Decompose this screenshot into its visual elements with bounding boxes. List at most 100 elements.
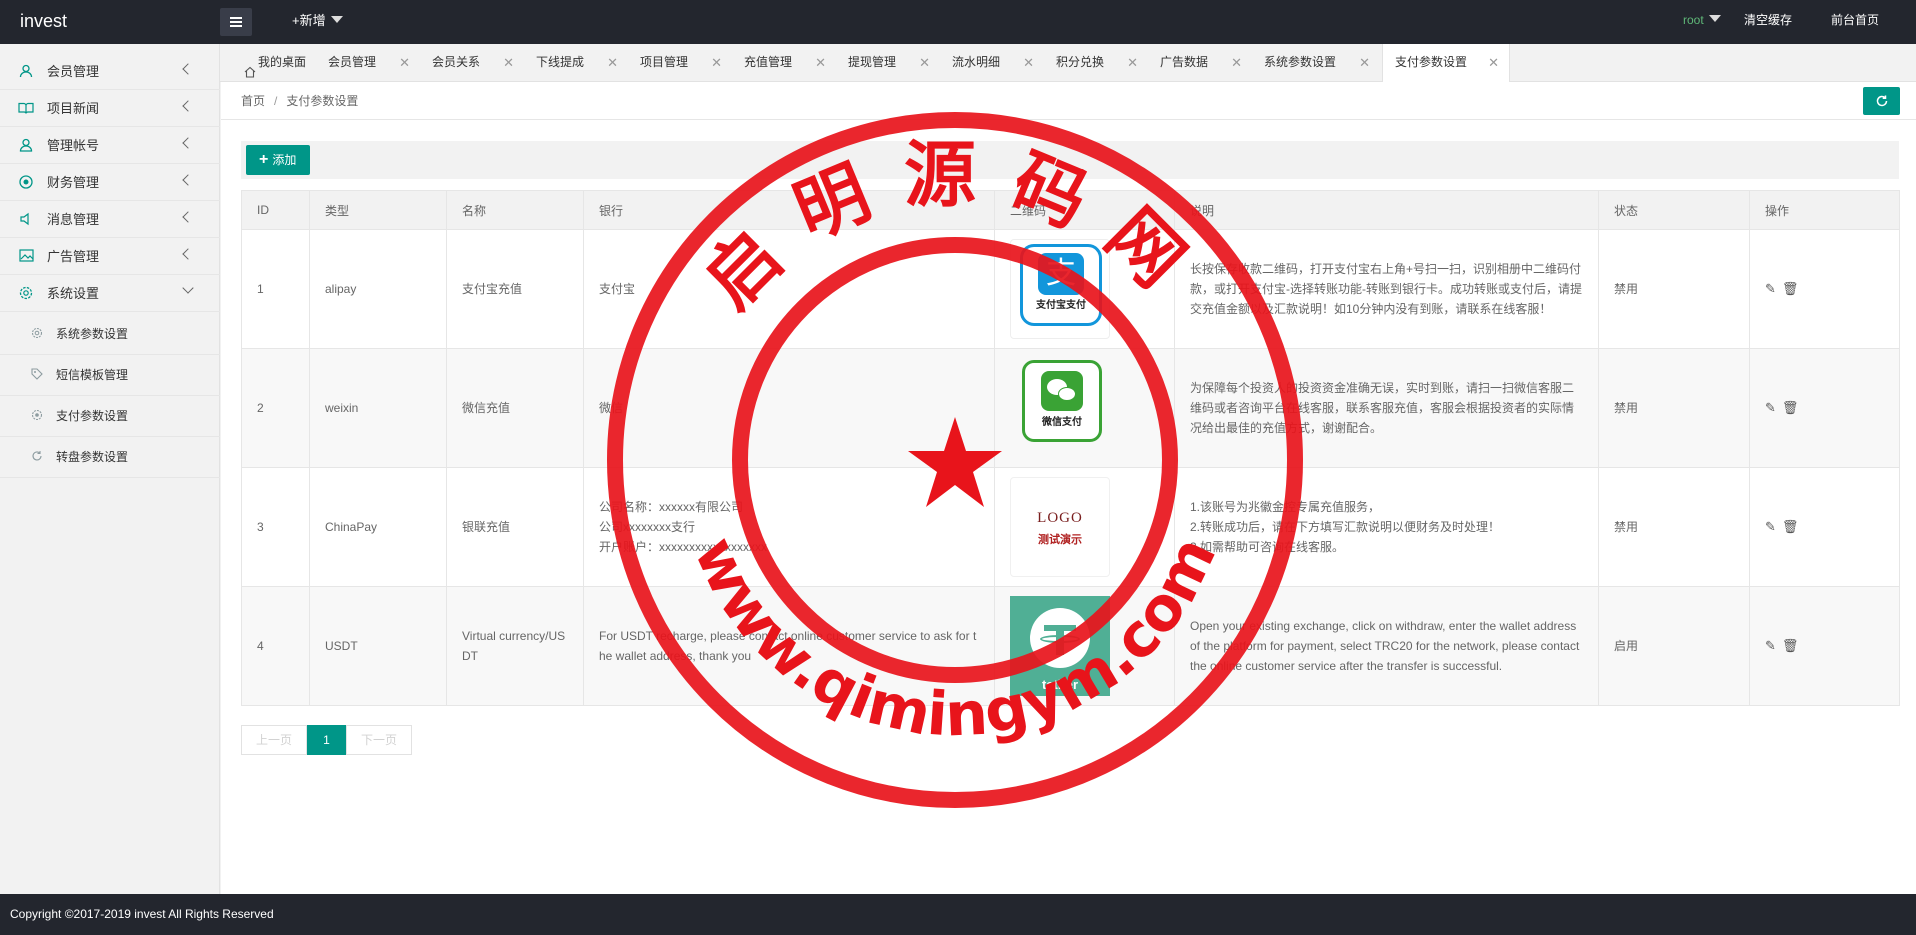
cell-description: 为保障每个投资人的投资资金准确无误，实时到账，请扫一扫微信客服二维码或者咨询平台… xyxy=(1174,348,1599,468)
breadcrumb-home[interactable]: 首页 xyxy=(241,94,265,108)
wechat-qr-image[interactable]: 微信支付 xyxy=(1010,358,1110,458)
delete-icon[interactable]: 🗑 xyxy=(1782,638,1805,653)
table-toolbar: + 添加 xyxy=(241,141,1899,179)
tab-ad-data[interactable]: 广告数据 ✕ xyxy=(1148,44,1252,81)
tab-projects[interactable]: 项目管理 ✕ xyxy=(628,44,732,81)
tab-commission[interactable]: 下线提成 ✕ xyxy=(524,44,628,81)
page-number-button[interactable]: 1 xyxy=(307,725,346,755)
plus-icon: + xyxy=(259,151,269,168)
sidebar-item-finance[interactable]: 财务管理 xyxy=(0,165,220,201)
delete-icon[interactable]: 🗑 xyxy=(1782,519,1805,534)
clear-cache-link[interactable]: 清空缓存 xyxy=(1744,0,1792,41)
close-icon[interactable]: ✕ xyxy=(1488,44,1499,81)
tab-label: 项目管理 xyxy=(640,55,689,69)
cell-bank: For USDT recharge, please contact online… xyxy=(583,586,995,706)
payment-table: ID 类型 名称 银行 二维码 说明 状态 操作 1 alipay 支付宝充值 … xyxy=(241,190,1900,706)
front-home-link[interactable]: 前台首页 xyxy=(1831,0,1879,41)
qr-caption: 微信支付 xyxy=(1042,417,1082,428)
desc-line: 2.转账成功后，请在下方填写汇款说明以便财务及时处理！ xyxy=(1190,520,1501,534)
cell-qrcode: 支 支付宝支付 xyxy=(994,229,1175,349)
sidebar-item-label: 项目新闻 xyxy=(47,101,100,116)
new-dropdown[interactable]: +新增 xyxy=(292,0,343,41)
cell-bank: 公司名称：xxxxxx有限公司 公司xxxxxxxx支行 开户账户：xxxxxx… xyxy=(583,467,995,587)
close-icon[interactable]: ✕ xyxy=(815,44,826,81)
logo-demo-image[interactable]: LOGO 测试演示 xyxy=(1010,477,1110,577)
speaker-icon xyxy=(18,212,34,228)
close-icon[interactable]: ✕ xyxy=(1023,44,1034,81)
sidebar-item-ads[interactable]: 广告管理 xyxy=(0,239,220,275)
table-row: 4 USDT Virtual currency/USDT For USDT re… xyxy=(241,586,1900,706)
cell-description: 1.该账号为兆徽金控专属充值服务， 2.转账成功后，请在下方填写汇款说明以便财务… xyxy=(1174,467,1599,587)
app-logo: invest xyxy=(20,11,68,31)
tab-member-relations[interactable]: 会员关系 ✕ xyxy=(420,44,524,81)
tab-home[interactable]: 我的桌面 xyxy=(230,44,310,81)
sidebar-item-label: 广告管理 xyxy=(47,249,100,264)
sidebar-item-system[interactable]: 系统设置 xyxy=(0,276,220,312)
refresh-icon xyxy=(30,450,44,464)
main-content: 首页 / 支付参数设置 + 添加 ID 类型 名称 银行 二维码 说明 状态 操作 xyxy=(221,82,1916,894)
close-icon[interactable]: ✕ xyxy=(1127,44,1138,81)
sidebar-item-news[interactable]: 项目新闻 xyxy=(0,91,220,127)
logo-subtext: 测试演示 xyxy=(1038,534,1082,546)
top-header: invest +新增 root 清空缓存 前台首页 xyxy=(0,0,1916,44)
table-header-row: ID 类型 名称 银行 二维码 说明 状态 操作 xyxy=(241,190,1900,230)
sidebar-item-members[interactable]: 会员管理 xyxy=(0,54,220,90)
chevron-left-icon xyxy=(182,63,194,75)
tag-icon xyxy=(30,368,44,382)
table-row: 1 alipay 支付宝充值 支付宝 支 支付宝支付 长按保存收款二维码，打开支… xyxy=(241,229,1900,349)
edit-icon[interactable]: ✎ xyxy=(1765,281,1782,296)
hamburger-icon-line xyxy=(230,21,242,23)
close-icon[interactable]: ✕ xyxy=(1359,44,1370,81)
cell-type: USDT xyxy=(309,586,447,706)
close-icon[interactable]: ✕ xyxy=(399,44,410,81)
edit-icon[interactable]: ✎ xyxy=(1765,638,1782,653)
next-page-button[interactable]: 下一页 xyxy=(346,725,412,755)
tether-qr-image[interactable]: tether xyxy=(1010,596,1110,696)
edit-icon[interactable]: ✎ xyxy=(1765,400,1782,415)
chevron-left-icon xyxy=(182,248,194,260)
tab-members[interactable]: 会员管理 ✕ xyxy=(316,44,420,81)
sidebar-item-messages[interactable]: 消息管理 xyxy=(0,202,220,238)
tab-bar: 我的桌面 会员管理 ✕ 会员关系 ✕ 下线提成 ✕ 项目管理 ✕ 充值管理 ✕ 提现管理 ✕… xyxy=(220,44,1916,82)
tab-label: 广告数据 xyxy=(1160,55,1209,69)
qr-caption: 支付宝支付 xyxy=(1036,300,1086,311)
prev-page-button[interactable]: 上一页 xyxy=(241,725,307,755)
sidebar-item-accounts[interactable]: 管理帐号 xyxy=(0,128,220,164)
sidebar-subitem-system-params[interactable]: 系统参数设置 xyxy=(0,314,220,355)
cell-type: alipay xyxy=(309,229,447,349)
desc-line: 3.如需帮助可咨询在线客服。 xyxy=(1190,540,1345,554)
sidebar-subitem-payment-params[interactable]: 支付参数设置 xyxy=(0,396,220,437)
breadcrumb-bar: 首页 / 支付参数设置 xyxy=(221,82,1916,120)
add-button[interactable]: + 添加 xyxy=(246,145,310,175)
close-icon[interactable]: ✕ xyxy=(1231,44,1242,81)
footer: Copyright ©2017-2019 invest All Rights R… xyxy=(0,894,1916,935)
tab-points[interactable]: 积分兑换 ✕ xyxy=(1044,44,1148,81)
alipay-qr-image[interactable]: 支 支付宝支付 xyxy=(1010,239,1110,339)
delete-icon[interactable]: 🗑 xyxy=(1782,281,1805,296)
tab-label: 流水明细 xyxy=(952,55,1001,69)
bank-line: 公司名称：xxxxxx有限公司 xyxy=(599,500,744,514)
delete-icon[interactable]: 🗑 xyxy=(1782,400,1805,415)
sidebar-subitem-sms-templates[interactable]: 短信模板管理 xyxy=(0,355,220,396)
user-name: root xyxy=(1683,13,1704,27)
close-icon[interactable]: ✕ xyxy=(607,44,618,81)
user-menu[interactable]: root xyxy=(1683,0,1721,41)
tab-recharge[interactable]: 充值管理 ✕ xyxy=(732,44,836,81)
tab-label: 积分兑换 xyxy=(1056,55,1105,69)
tab-system-params[interactable]: 系统参数设置 ✕ xyxy=(1252,44,1380,81)
tab-payment-params[interactable]: 支付参数设置 ✕ xyxy=(1382,44,1510,82)
tab-flow-details[interactable]: 流水明细 ✕ xyxy=(940,44,1044,81)
menu-toggle-button[interactable] xyxy=(220,8,252,36)
chevron-down-icon xyxy=(182,282,194,294)
cell-id: 1 xyxy=(241,229,310,349)
close-icon[interactable]: ✕ xyxy=(503,44,514,81)
sidebar-subitem-wheel-params[interactable]: 转盘参数设置 xyxy=(0,437,220,478)
breadcrumb-separator: / xyxy=(274,94,278,108)
close-icon[interactable]: ✕ xyxy=(919,44,930,81)
edit-icon[interactable]: ✎ xyxy=(1765,519,1782,534)
tab-label: 下线提成 xyxy=(536,55,585,69)
tab-withdraw[interactable]: 提现管理 ✕ xyxy=(836,44,940,81)
close-icon[interactable]: ✕ xyxy=(711,44,722,81)
refresh-button[interactable] xyxy=(1863,87,1900,115)
sidebar-item-label: 管理帐号 xyxy=(47,138,100,153)
